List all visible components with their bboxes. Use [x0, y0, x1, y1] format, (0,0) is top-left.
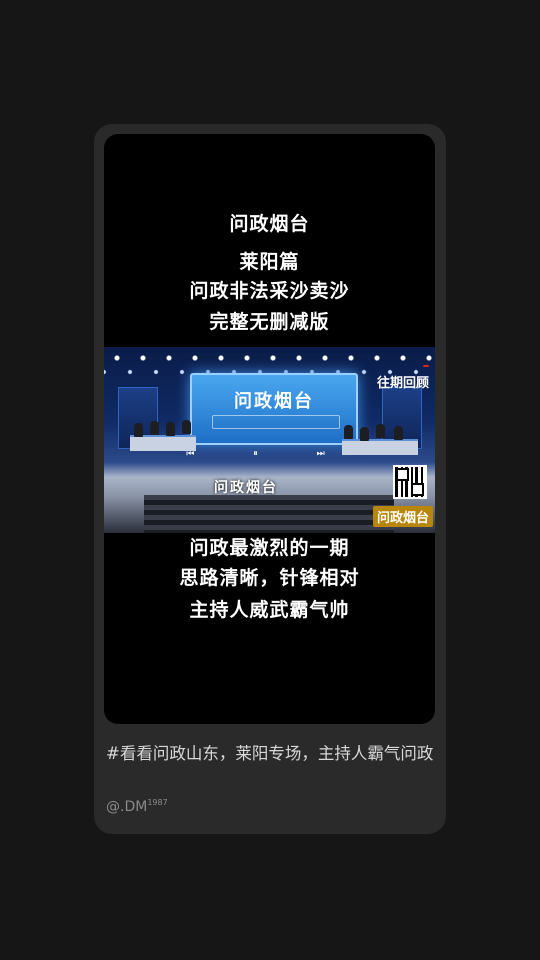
overlay-caption-1: 问政最激烈的一期 [189, 537, 350, 559]
post-description[interactable]: #看看问政山东，莱阳专场，主持人霸气问政 [106, 740, 436, 767]
person [166, 422, 175, 436]
desk-left [130, 435, 196, 451]
channel-logo: 往期回顾 [371, 352, 430, 391]
channel-logo-text: 往期回顾 [376, 376, 429, 391]
overlay-subtitle-1: 莱阳篇 [239, 251, 300, 273]
post-card[interactable]: 问政烟台 莱阳篇 问政非法采沙卖沙 完整无删减版 问政烟台 ⏮ ⏸ ⏭ 问政烟台 [94, 124, 446, 834]
overlay-subtitle-2: 问政非法采沙卖沙 [189, 280, 350, 302]
person [150, 421, 159, 435]
screen-title: 问政烟台 [234, 391, 314, 412]
person [394, 426, 403, 440]
person [360, 427, 369, 441]
desk-right [342, 439, 418, 455]
corner-watermark: 问政烟台 [372, 506, 433, 527]
qr-code-icon [393, 465, 427, 499]
stage-screen: 问政烟台 [190, 373, 358, 445]
overlay-subtitle-3: 完整无删减版 [209, 311, 330, 333]
screen-subtitle-box [212, 415, 340, 429]
stage-scene-image: 问政烟台 ⏮ ⏸ ⏭ 问政烟台 往期回顾 问政烟台 [104, 347, 435, 533]
overlay-title: 问政烟台 [229, 213, 310, 235]
person [376, 424, 385, 438]
person [134, 423, 143, 437]
author-suffix: 1987 [147, 798, 168, 807]
floor-label: 问政烟台 [214, 480, 278, 496]
overlay-caption-3: 主持人威武霸气帅 [189, 599, 350, 621]
person [182, 420, 191, 434]
stage-steps [144, 495, 394, 533]
video-player[interactable]: 问政烟台 莱阳篇 问政非法采沙卖沙 完整无删减版 问政烟台 ⏮ ⏸ ⏭ 问政烟台 [104, 134, 435, 724]
person [344, 425, 353, 439]
overlay-caption-2: 思路清晰，针锋相对 [179, 567, 360, 589]
channel-logo-badge [422, 365, 430, 367]
author-handle[interactable]: @.DM1987 [106, 798, 168, 815]
author-name: @.DM [106, 799, 148, 815]
